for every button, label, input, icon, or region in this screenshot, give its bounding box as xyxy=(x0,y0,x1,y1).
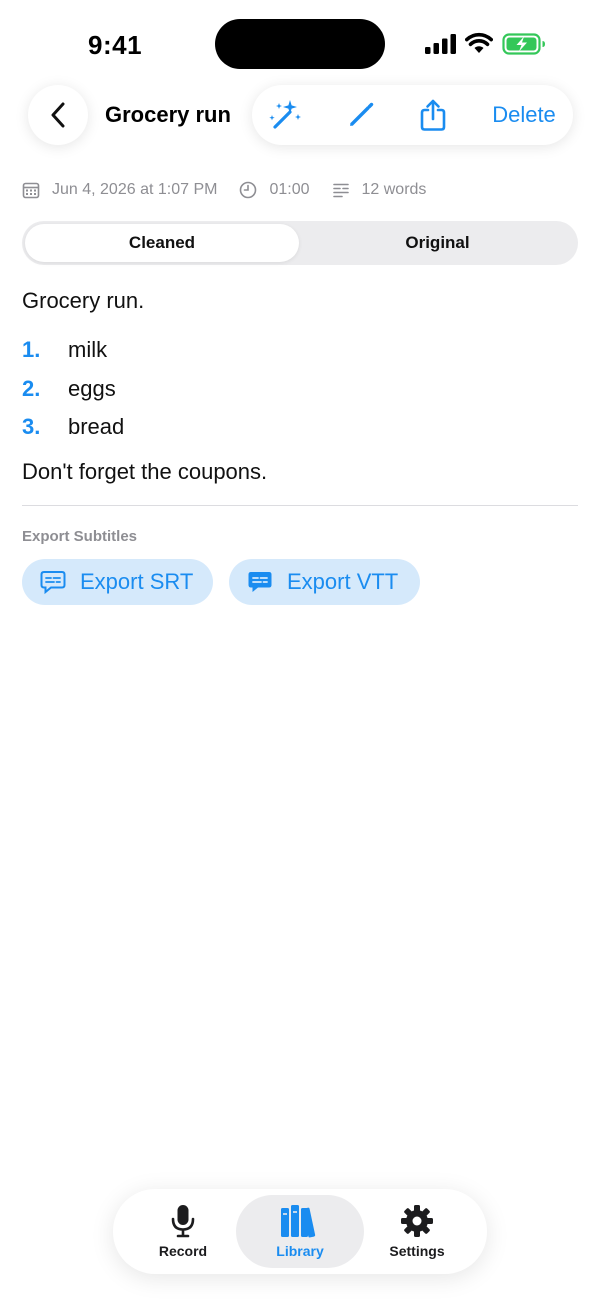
status-time: 9:41 xyxy=(88,30,143,60)
cellular-signal-icon xyxy=(425,34,456,54)
page-title: Grocery run xyxy=(105,102,231,127)
nav-actions-bar: Delete xyxy=(252,85,573,145)
tab-record-label: Record xyxy=(158,1243,208,1259)
list-item-text: eggs xyxy=(68,375,116,401)
text-lines-icon xyxy=(332,183,349,198)
gear-icon xyxy=(401,1205,433,1237)
export-vtt-label: Export VTT xyxy=(287,569,399,594)
list-item-number: 1. xyxy=(22,337,41,362)
meta-duration-text: 01:00 xyxy=(269,181,310,198)
list-item: 2. eggs xyxy=(22,370,578,409)
segment-cleaned[interactable]: Cleaned xyxy=(25,224,299,262)
export-srt-button[interactable]: Export SRT xyxy=(22,559,213,605)
segment-original[interactable]: Original xyxy=(300,224,575,262)
tab-settings-label: Settings xyxy=(389,1243,445,1259)
tab-library[interactable]: Library xyxy=(236,1195,364,1268)
tab-settings[interactable]: Settings xyxy=(353,1195,481,1268)
tab-record[interactable]: Record xyxy=(119,1195,247,1268)
dynamic-island xyxy=(215,19,385,69)
list-item-number: 2. xyxy=(22,375,41,401)
list-item-number: 3. xyxy=(22,414,41,439)
chevron-left-icon xyxy=(51,102,65,128)
status-bar: 9:41 xyxy=(0,0,600,90)
list-item: 3. bread xyxy=(22,408,578,447)
battery-charging-icon xyxy=(502,33,545,55)
list-item-text: milk xyxy=(68,337,108,362)
meta-date: Jun 4, 2026 at 1:07 PM xyxy=(22,181,217,199)
microphone-icon xyxy=(171,1205,195,1238)
calendar-icon xyxy=(22,182,40,199)
library-books-icon xyxy=(281,1205,316,1238)
transcript-list: 1. milk 2. eggs 3. bread xyxy=(22,331,578,447)
pencil-icon xyxy=(350,102,374,126)
meta-duration: 01:00 xyxy=(239,181,310,199)
list-item-text: bread xyxy=(68,414,125,439)
delete-button[interactable]: Delete xyxy=(484,85,564,145)
enhance-button[interactable] xyxy=(264,85,306,145)
transcript-heading: Grocery run. xyxy=(22,288,145,313)
transcript-footer: Don't forget the coupons. xyxy=(22,458,268,484)
tab-library-label: Library xyxy=(276,1243,324,1259)
back-button[interactable] xyxy=(28,85,88,145)
edit-button[interactable] xyxy=(340,85,382,145)
transcript-mode-segmented-control: Cleaned Original xyxy=(22,221,578,265)
recording-meta: Jun 4, 2026 at 1:07 PM 01:00 12 words xyxy=(22,178,448,202)
tab-bar: Record Library Settings xyxy=(113,1189,487,1274)
meta-date-text: Jun 4, 2026 at 1:07 PM xyxy=(52,181,218,198)
export-srt-label: Export SRT xyxy=(80,569,194,594)
export-vtt-button[interactable]: Export VTT xyxy=(229,559,420,605)
wifi-icon xyxy=(465,32,493,53)
magic-wand-icon xyxy=(269,100,301,129)
share-button[interactable] xyxy=(412,85,454,145)
export-section-label: Export Subtitles xyxy=(22,528,138,545)
divider xyxy=(22,505,578,506)
share-icon xyxy=(420,99,446,131)
clock-icon xyxy=(240,181,257,199)
caption-bubble-icon xyxy=(40,571,66,595)
transcript-text: Grocery run. 1. milk 2. eggs 3. bread Do… xyxy=(22,284,578,489)
meta-words: 12 words xyxy=(332,181,427,199)
caption-bubble-filled-icon xyxy=(248,572,272,592)
list-item: 1. milk xyxy=(22,331,578,370)
meta-words-text: 12 words xyxy=(361,181,427,198)
